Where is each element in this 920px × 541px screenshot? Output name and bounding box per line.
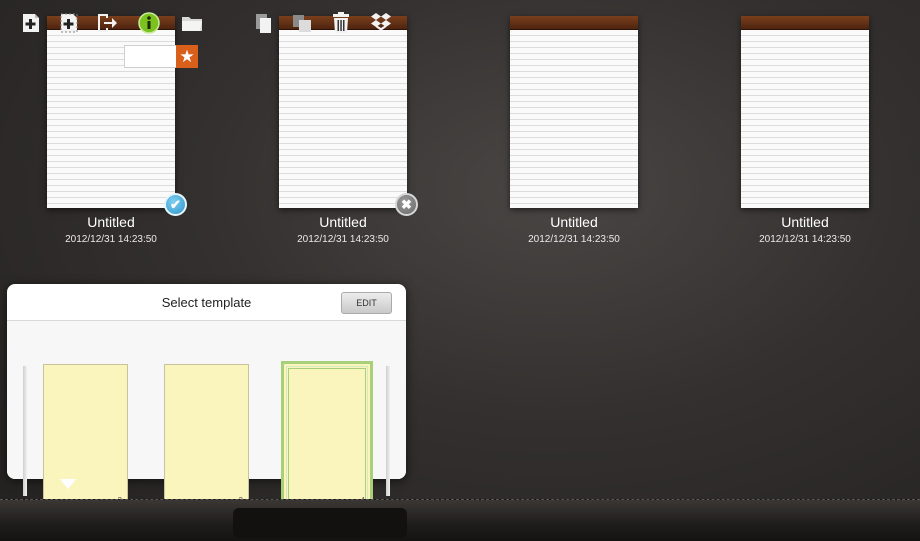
scroll-edge-right	[386, 366, 390, 496]
folder-icon[interactable]	[180, 11, 204, 35]
add-page-icon[interactable]	[57, 11, 81, 35]
dropbox-icon[interactable]	[369, 11, 393, 35]
close-icon[interactable]: ✖	[395, 193, 418, 216]
info-icon[interactable]	[137, 11, 161, 35]
title-edit-field[interactable]	[124, 45, 176, 68]
template-list: 2 3 4	[7, 321, 406, 511]
toolbar-group	[233, 508, 407, 538]
notebook-cover	[510, 16, 638, 30]
template-card-selected[interactable]: 4	[281, 361, 373, 511]
bottom-toolbar	[0, 499, 920, 541]
notebook-date: 2012/12/31 14:23:50	[297, 234, 389, 245]
notebook-title: Untitled	[781, 214, 829, 230]
template-popup: Select template EDIT 2 3 4	[7, 284, 406, 511]
notebook-date: 2012/12/31 14:23:50	[65, 234, 157, 245]
notebook-date: 2012/12/31 14:23:50	[759, 234, 851, 245]
star-icon[interactable]: ★	[176, 45, 198, 68]
popup-pointer	[60, 479, 76, 489]
add-notebook-icon[interactable]	[19, 11, 43, 35]
edit-button[interactable]: EDIT	[341, 292, 392, 314]
notebook-date: 2012/12/31 14:23:50	[528, 234, 620, 245]
notebook-title: Untitled	[550, 214, 598, 230]
duplicate-icon[interactable]	[290, 11, 314, 35]
notebook-title: Untitled	[319, 214, 367, 230]
notebook-card[interactable]	[279, 16, 407, 208]
notebook-title: Untitled	[87, 214, 135, 230]
notebook-page	[279, 30, 407, 208]
template-card[interactable]: 3	[164, 364, 249, 509]
notebook-card[interactable]	[510, 16, 638, 208]
notebook-cover	[741, 16, 869, 30]
notebook-page	[741, 30, 869, 208]
trash-icon[interactable]	[329, 11, 353, 35]
template-card[interactable]: 2	[43, 364, 128, 509]
notebook-page	[510, 30, 638, 208]
copy-page-icon[interactable]	[252, 11, 276, 35]
checkmark-icon[interactable]: ✔	[164, 193, 187, 216]
scroll-edge-left	[23, 366, 27, 496]
export-icon[interactable]	[95, 11, 119, 35]
notebook-card[interactable]	[741, 16, 869, 208]
